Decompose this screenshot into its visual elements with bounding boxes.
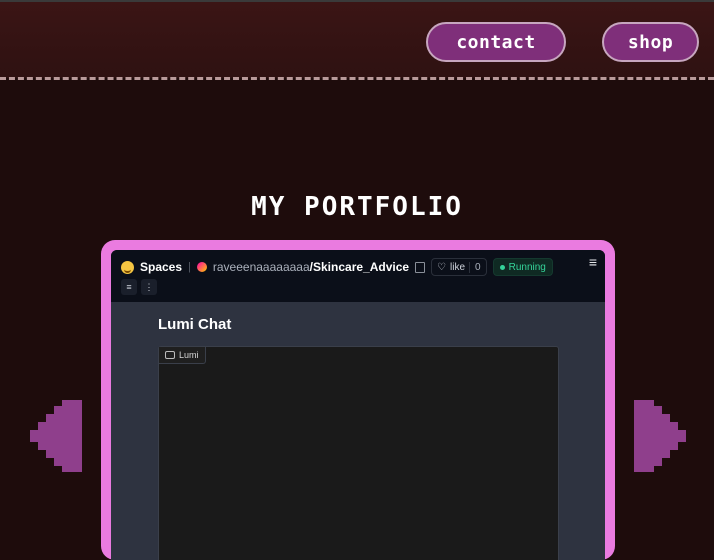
hugging-face-emoji-icon: [121, 260, 134, 274]
portfolio-frame: Spaces | raveeenaaaaaaaa /Skincare_Advic…: [101, 240, 615, 560]
chatbot-panel: Lumi: [158, 346, 559, 560]
heart-icon: ♡: [437, 261, 447, 273]
chatbot-label: Lumi: [159, 347, 206, 364]
more-options-icon[interactable]: ⋮: [141, 279, 157, 295]
status-text: Running: [508, 261, 546, 273]
files-icon[interactable]: ≡: [121, 279, 137, 295]
chatbot-label-text: Lumi: [179, 350, 199, 360]
repo-name: Skincare_Advice: [313, 260, 410, 274]
copy-icon[interactable]: [415, 261, 426, 273]
spaces-link[interactable]: Spaces: [140, 260, 182, 274]
pixel-arrow-right-icon[interactable]: [634, 400, 686, 472]
hamburger-menu-icon[interactable]: ≡: [589, 254, 597, 270]
spaces-header: Spaces | raveeenaaaaaaaa /Skincare_Advic…: [111, 250, 605, 302]
embedded-space: Spaces | raveeenaaaaaaaa /Skincare_Advic…: [111, 250, 605, 560]
app-title: Lumi Chat: [158, 316, 232, 333]
pixel-arrow-left-icon[interactable]: [30, 400, 82, 472]
like-count: 0: [469, 261, 481, 273]
repo-name-link[interactable]: /Skincare_Advice: [310, 260, 409, 274]
site-header: contact shop: [0, 2, 714, 78]
like-button[interactable]: ♡ like 0: [431, 258, 487, 276]
shop-button[interactable]: shop: [602, 22, 699, 62]
portfolio-title: MY PORTFOLIO: [251, 192, 463, 222]
like-label: like: [450, 261, 466, 273]
divider: |: [188, 261, 191, 273]
contact-button[interactable]: contact: [426, 22, 566, 62]
chat-bubble-icon: [165, 351, 175, 359]
status-dot-icon: [499, 264, 505, 270]
status-badge: Running: [492, 258, 553, 276]
username-link[interactable]: raveeenaaaaaaaa: [213, 260, 310, 274]
user-avatar: [196, 262, 207, 272]
dashed-divider: [0, 77, 714, 80]
